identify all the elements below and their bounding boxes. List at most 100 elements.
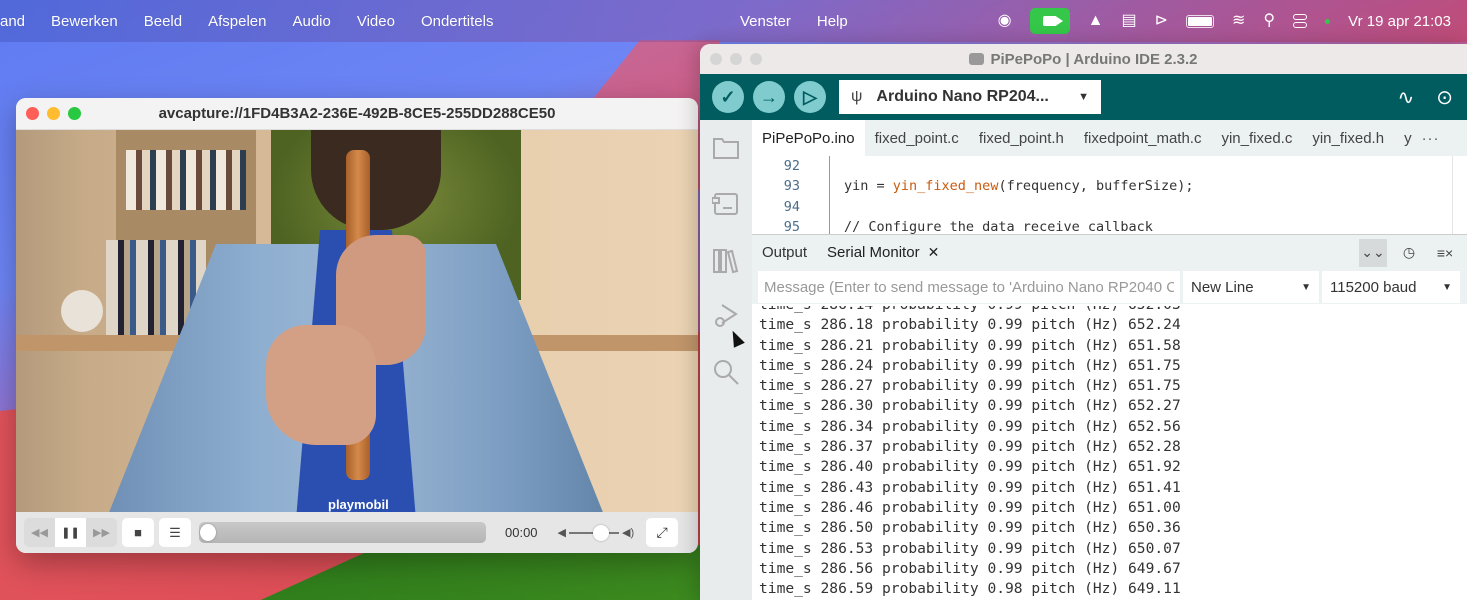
seek-slider[interactable] — [199, 522, 486, 543]
menu-item-window[interactable]: Venster — [740, 13, 791, 30]
playback-controls: ◀◀ ❚❚ ▶▶ ■ ☰ 00:00 ◀ ◀) ⤢ — [16, 512, 698, 553]
board-name: Arduino Nano RP204... — [876, 88, 1049, 105]
serial-output-line: time_s 286.46 probability 0.99 pitch (Hz… — [759, 498, 1181, 516]
privacy-indicator-icon — [1325, 18, 1331, 24]
window-icon[interactable]: ▤ — [1121, 13, 1136, 29]
clock[interactable]: Vr 19 apr 21:03 — [1348, 13, 1451, 30]
serial-output-line: time_s 286.53 probability 0.99 pitch (Hz… — [759, 539, 1181, 557]
usb-icon: ψ — [851, 88, 863, 105]
serial-plotter-button[interactable]: ∿ — [1397, 85, 1414, 110]
debug-button[interactable]: ▷ — [794, 81, 826, 113]
tab-serial-monitor[interactable]: Serial Monitor ✕ — [817, 244, 949, 261]
serial-message-input[interactable] — [758, 271, 1180, 303]
chevron-down-icon: ▼ — [1301, 281, 1311, 293]
activity-bar — [700, 120, 752, 600]
serial-monitor-button[interactable]: ⊙ — [1436, 85, 1453, 110]
pause-button[interactable]: ❚❚ — [55, 518, 86, 547]
record-icon[interactable]: ◉ — [998, 13, 1012, 29]
arduino-icon — [969, 52, 985, 65]
menu-item-help[interactable]: Help — [817, 13, 848, 30]
board-selector[interactable]: ψ Arduino Nano RP204... ▼ — [839, 80, 1101, 114]
ide-toolbar: ✓ → ▷ ψ Arduino Nano RP204... ▼ ∿ ⊙ — [700, 74, 1467, 120]
menu-item-playback[interactable]: Afspelen — [208, 13, 266, 30]
seek-knob[interactable] — [200, 524, 216, 541]
baud-rate-select[interactable]: 115200 baud ▼ — [1322, 271, 1460, 303]
code-line: 95// Configure the data receive callback — [783, 219, 1153, 234]
app-menu: and Bewerken Beeld Afspelen Audio Video … — [0, 13, 494, 30]
menu-item-video[interactable]: Video — [357, 13, 395, 30]
serial-output[interactable]: time_s 286.14 probability 0.99 pitch (Hz… — [752, 306, 1467, 600]
folder-icon[interactable] — [712, 134, 740, 162]
serial-output-line: time_s 286.18 probability 0.99 pitch (Hz… — [759, 316, 1181, 334]
window-title: PiPePoPo | Arduino IDE 2.3.2 — [990, 50, 1198, 68]
forward-button[interactable]: ▶▶ — [86, 518, 117, 547]
serial-output-line: time_s 286.37 probability 0.99 pitch (Hz… — [759, 438, 1181, 456]
battery-icon[interactable] — [1186, 14, 1215, 28]
code-line: 93 yin = yin_fixed_new(frequency, bufferS… — [783, 178, 1194, 195]
verify-button[interactable]: ✓ — [712, 81, 744, 113]
volume-slider[interactable] — [569, 524, 620, 541]
video-frame[interactable]: playmobil — [16, 130, 698, 512]
upload-button[interactable]: → — [753, 81, 785, 113]
tab-fixed-point-h[interactable]: fixed_point.h — [969, 120, 1074, 156]
close-icon[interactable]: ✕ — [928, 244, 940, 261]
serial-output-line: time_s 286.21 probability 0.99 pitch (Hz… — [759, 336, 1181, 354]
serial-output-line: time_s 286.59 probability 0.98 pitch (Hz… — [759, 580, 1181, 598]
boards-icon[interactable] — [712, 190, 740, 218]
line-ending-select[interactable]: New Line ▼ — [1183, 271, 1319, 303]
search-icon[interactable]: ⚲ — [1263, 13, 1275, 29]
search-icon[interactable] — [712, 358, 740, 386]
arduino-ide-window: PiPePoPo | Arduino IDE 2.3.2 ✓ → ▷ ψ Ard… — [700, 44, 1467, 600]
control-center-icon[interactable] — [1293, 14, 1308, 28]
serial-output-line: time_s 286.27 probability 0.99 pitch (Hz… — [759, 377, 1181, 395]
shirt-logo: playmobil — [328, 497, 389, 512]
fullscreen-button[interactable]: ⤢ — [646, 518, 679, 547]
autoscroll-toggle[interactable]: ⌄⌄ — [1359, 238, 1387, 267]
minimize-button[interactable] — [47, 107, 60, 120]
stop-button[interactable]: ■ — [122, 518, 154, 547]
menu-item-audio[interactable]: Audio — [292, 13, 330, 30]
play-circle-icon[interactable]: ⊳ — [1155, 13, 1168, 29]
playlist-button[interactable]: ☰ — [159, 518, 191, 547]
zoom-button[interactable] — [68, 107, 81, 120]
volume-low-icon: ◀ — [557, 527, 567, 539]
clear-output-button[interactable]: ≡× — [1431, 239, 1459, 267]
volume-knob[interactable] — [593, 524, 610, 541]
serial-output-line: time_s 286.14 probability 0.99 pitch (Hz… — [759, 306, 1467, 315]
menu-item-edit[interactable]: Bewerken — [51, 13, 118, 30]
tab-yin-fixed-h[interactable]: yin_fixed.h — [1302, 120, 1394, 156]
more-tabs-button[interactable]: ··· — [1422, 130, 1440, 147]
timestamp-toggle[interactable]: ◷ — [1395, 239, 1423, 267]
chevron-down-icon: ▼ — [1078, 91, 1089, 103]
code-editor[interactable]: 92 93 yin = yin_fixed_new(frequency, buff… — [752, 156, 1452, 234]
tab-pipepopo-ino[interactable]: PiPePoPo.ino — [752, 120, 865, 156]
tab-truncated[interactable]: y — [1394, 120, 1422, 156]
facetime-icon[interactable] — [1029, 8, 1070, 34]
tab-output[interactable]: Output — [752, 244, 817, 261]
vlc-icon[interactable]: ▲ — [1088, 13, 1104, 29]
bottom-panel-header: Output Serial Monitor ✕ ⌄⌄ ◷ ≡× — [752, 234, 1467, 270]
tab-yin-fixed-c[interactable]: yin_fixed.c — [1211, 120, 1302, 156]
tab-fixed-point-c[interactable]: fixed_point.c — [865, 120, 969, 156]
menu-item-view[interactable]: Beeld — [144, 13, 182, 30]
menu-item-subtitles[interactable]: Ondertitels — [421, 13, 494, 30]
wifi-icon[interactable]: ≋ — [1232, 13, 1245, 29]
vlc-title-bar[interactable]: avcapture://1FD4B3A2-236E-492B-8CE5-255D… — [16, 98, 698, 130]
serial-output-line: time_s 286.40 probability 0.99 pitch (Hz… — [759, 458, 1181, 476]
serial-output-line: time_s 286.56 probability 0.99 pitch (Hz… — [759, 559, 1181, 577]
volume-control: ◀ ◀) — [557, 524, 634, 541]
rewind-button[interactable]: ◀◀ — [24, 518, 55, 547]
serial-output-line: time_s 286.43 probability 0.99 pitch (Hz… — [759, 478, 1181, 496]
ide-title-bar[interactable]: PiPePoPo | Arduino IDE 2.3.2 — [700, 44, 1467, 74]
editor-tabs: PiPePoPo.ino fixed_point.c fixed_point.h… — [752, 120, 1467, 156]
code-line: 94 — [783, 198, 800, 215]
debug-icon[interactable] — [712, 302, 740, 330]
menu-item-file[interactable]: and — [0, 13, 25, 30]
serial-output-line: time_s 286.34 probability 0.99 pitch (Hz… — [759, 417, 1181, 435]
library-icon[interactable] — [712, 246, 740, 274]
serial-output-line: time_s 286.24 probability 0.99 pitch (Hz… — [759, 356, 1181, 374]
close-button[interactable] — [26, 107, 39, 120]
menu-bar: and Bewerken Beeld Afspelen Audio Video … — [0, 0, 1467, 42]
tab-fixedpoint-math-c[interactable]: fixedpoint_math.c — [1074, 120, 1212, 156]
editor-scrollbar[interactable] — [1452, 156, 1467, 234]
